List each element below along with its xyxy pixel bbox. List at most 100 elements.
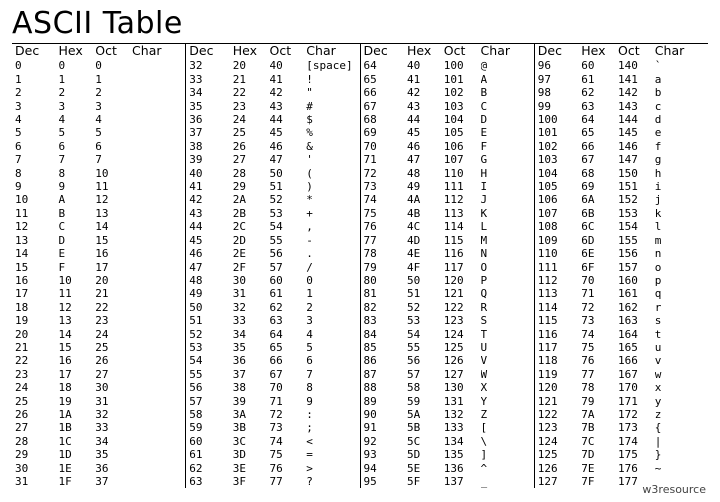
cell-hex: 50: [407, 274, 444, 287]
cell-char: .: [306, 247, 356, 260]
cell-char: u: [655, 341, 705, 354]
cell-dec: 5: [15, 126, 58, 139]
cell-char: [132, 274, 182, 287]
cell-dec: 87: [364, 368, 407, 381]
cell-hex: 1A: [58, 408, 95, 421]
cell-dec: 18: [15, 301, 58, 314]
cell-oct: 44: [270, 113, 307, 126]
col-header-dec: Dec: [189, 44, 232, 59]
cell-dec: 100: [538, 113, 581, 126]
cell-char: H: [481, 167, 531, 180]
cell-dec: 38: [189, 140, 232, 153]
cell-char: [132, 381, 182, 394]
cell-hex: 5C: [407, 435, 444, 448]
cell-hex: 3F: [233, 475, 270, 488]
cell-hex: 4: [58, 113, 95, 126]
cell-char: w: [655, 368, 705, 381]
cell-dec: 115: [538, 314, 581, 327]
cell-char: :: [306, 408, 356, 421]
cell-hex: 78: [581, 381, 618, 394]
cell-char: =: [306, 448, 356, 461]
cell-dec: 27: [15, 421, 58, 434]
ascii-table: DecHexOctChar322040[space]332141!342242"…: [189, 44, 356, 488]
cell-hex: 54: [407, 328, 444, 341]
cell-char: [132, 100, 182, 113]
cell-oct: 102: [444, 86, 481, 99]
cell-char: @: [481, 59, 531, 72]
cell-dec: 22: [15, 354, 58, 367]
cell-hex: 6C: [581, 220, 618, 233]
cell-oct: 2: [95, 86, 132, 99]
cell-char: a: [655, 73, 705, 86]
cell-dec: 114: [538, 301, 581, 314]
cell-dec: 10: [15, 193, 58, 206]
cell-hex: 53: [407, 314, 444, 327]
table-row: 8810: [15, 167, 182, 180]
table-row: 9862142b: [538, 86, 705, 99]
cell-dec: 50: [189, 301, 232, 314]
cell-dec: 11: [15, 207, 58, 220]
ascii-grid: DecHexOctChar000111222333444555666777881…: [12, 43, 708, 488]
cell-oct: 175: [618, 448, 655, 461]
cell-oct: 43: [270, 100, 307, 113]
table-row: 1106E156n: [538, 247, 705, 260]
cell-oct: 100: [444, 59, 481, 72]
cell-dec: 121: [538, 395, 581, 408]
cell-oct: 60: [270, 274, 307, 287]
cell-dec: 59: [189, 421, 232, 434]
cell-char: [132, 247, 182, 260]
cell-dec: 90: [364, 408, 407, 421]
cell-dec: 12: [15, 220, 58, 233]
cell-char: X: [481, 381, 531, 394]
cell-dec: 40: [189, 167, 232, 180]
cell-oct: 51: [270, 180, 307, 193]
cell-dec: 117: [538, 341, 581, 354]
cell-dec: 17: [15, 287, 58, 300]
cell-dec: 29: [15, 448, 58, 461]
cell-oct: 120: [444, 274, 481, 287]
table-row: 7349111I: [364, 180, 531, 193]
cell-dec: 71: [364, 153, 407, 166]
cell-dec: 116: [538, 328, 581, 341]
cell-char: 7: [306, 368, 356, 381]
cell-hex: 7D: [581, 448, 618, 461]
cell-oct: 162: [618, 301, 655, 314]
table-row: 11371161q: [538, 287, 705, 300]
cell-hex: 22: [233, 86, 270, 99]
cell-dec: 9: [15, 180, 58, 193]
table-row: 623E76>: [189, 462, 356, 475]
cell-dec: 65: [364, 73, 407, 86]
cell-hex: 12: [58, 301, 95, 314]
table-row: 1247C174|: [538, 435, 705, 448]
cell-char: [132, 462, 182, 475]
cell-dec: 120: [538, 381, 581, 394]
cell-oct: 57: [270, 261, 307, 274]
cell-char: [132, 193, 182, 206]
cell-dec: 21: [15, 341, 58, 354]
table-row: 221626: [15, 354, 182, 367]
cell-hex: 21: [233, 73, 270, 86]
cell-oct: 112: [444, 193, 481, 206]
cell-dec: 56: [189, 381, 232, 394]
cell-dec: 79: [364, 261, 407, 274]
cell-dec: 118: [538, 354, 581, 367]
cell-oct: 113: [444, 207, 481, 220]
cell-char: >: [306, 462, 356, 475]
table-header-row: DecHexOctChar: [15, 44, 182, 59]
cell-hex: 72: [581, 301, 618, 314]
cell-hex: 55: [407, 341, 444, 354]
cell-hex: 5D: [407, 448, 444, 461]
cell-hex: 77: [581, 368, 618, 381]
cell-hex: 4E: [407, 247, 444, 260]
table-row: 583A72:: [189, 408, 356, 421]
cell-char: F: [481, 140, 531, 153]
cell-dec: 54: [189, 354, 232, 367]
cell-oct: 132: [444, 408, 481, 421]
cell-char: B: [481, 86, 531, 99]
table-row: 5739719: [189, 395, 356, 408]
cell-dec: 35: [189, 100, 232, 113]
table-row: 322040[space]: [189, 59, 356, 72]
cell-hex: 42: [407, 86, 444, 99]
ascii-block-2: DecHexOctChar6440100@6541101A6642102B674…: [361, 44, 535, 488]
cell-oct: 143: [618, 100, 655, 113]
